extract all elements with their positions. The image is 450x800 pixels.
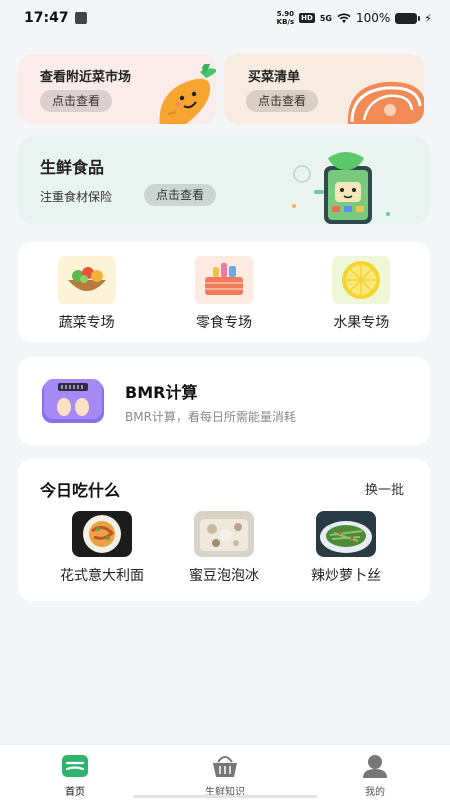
battery-icon	[395, 12, 421, 24]
network-speed-unit: KB/s	[276, 18, 295, 26]
bmr-card[interactable]: BMR计算 BMR计算，看每日所需能量消耗	[18, 357, 430, 445]
today-eat-card: 今日吃什么 换一批 花式意大利面 蜜豆泡泡冰 辣炒萝卜丝	[18, 459, 430, 601]
battery-percent: 100%	[355, 11, 391, 25]
carrot-illustration-icon	[159, 64, 216, 124]
dish-image-radish	[316, 511, 376, 557]
category-grid: 蔬菜专场 零食专场 水果专场	[18, 242, 430, 342]
nav-fresh-knowledge[interactable]: 生鲜知识	[165, 745, 285, 800]
basket-icon	[211, 753, 239, 779]
scale-icon	[42, 379, 104, 423]
charging-icon: ⚡	[424, 11, 432, 25]
sim-icon	[74, 12, 87, 24]
dish-item[interactable]: 蜜豆泡泡冰	[164, 511, 284, 585]
nav-home[interactable]: 首页	[15, 745, 135, 800]
lemon-slice-icon	[332, 256, 391, 304]
dish-item[interactable]: 辣炒萝卜丝	[286, 511, 406, 585]
fresh-food-title: 生鲜食品	[40, 158, 105, 177]
home-indicator	[133, 795, 317, 798]
nearby-market-title: 查看附近菜市场	[40, 70, 132, 85]
snack-basket-icon	[194, 256, 253, 304]
category-vegetable-label: 蔬菜专场	[58, 315, 115, 331]
home-icon	[61, 753, 89, 779]
fresh-food-card[interactable]: 生鲜食品 注重食材保险 点击查看	[18, 136, 430, 224]
dish-image-bean-ice	[194, 511, 254, 557]
user-icon	[361, 753, 389, 779]
network-speed: 5.90 KB/s	[277, 10, 294, 26]
category-fruit-label: 水果专场	[333, 315, 390, 331]
nearby-market-card[interactable]: 查看附近菜市场 点击查看	[18, 54, 216, 124]
bottom-nav: 首页 生鲜知识 我的	[0, 744, 450, 800]
phone-mascot-icon	[292, 152, 390, 224]
fresh-food-subtitle: 注重食材保险	[40, 190, 113, 204]
fresh-food-button[interactable]: 点击查看	[144, 184, 217, 206]
refresh-button[interactable]: 换一批	[365, 479, 404, 498]
category-fruit[interactable]: 水果专场	[306, 256, 416, 332]
signal-5g-icon: 5G	[319, 13, 332, 23]
status-bar: 17:47 5.90 KB/s HD 5G 100% ⚡	[0, 0, 450, 36]
dish-name: 蜜豆泡泡冰	[189, 568, 259, 584]
nearby-market-button[interactable]: 点击查看	[40, 90, 113, 112]
dish-name: 花式意大利面	[60, 568, 144, 584]
salmon-steak-icon	[347, 81, 424, 124]
nav-mine[interactable]: 我的	[315, 745, 435, 800]
bmr-title: BMR计算	[125, 383, 198, 402]
status-left: 17:47	[24, 10, 87, 26]
nav-mine-label: 我的	[365, 787, 385, 798]
today-eat-title: 今日吃什么	[40, 481, 121, 500]
dish-name: 辣炒萝卜丝	[311, 568, 381, 584]
category-vegetable[interactable]: 蔬菜专场	[32, 256, 142, 332]
status-right: 5.90 KB/s HD 5G 100% ⚡	[277, 10, 432, 26]
status-time: 17:47	[24, 10, 69, 26]
shopping-list-card[interactable]: 买菜清单 点击查看	[224, 54, 424, 124]
network-speed-value: 5.90	[276, 10, 295, 18]
dish-item[interactable]: 花式意大利面	[42, 511, 162, 585]
dish-image-pasta	[72, 511, 132, 557]
hd-badge: HD	[299, 13, 315, 23]
salad-bowl-icon	[57, 256, 116, 304]
shopping-list-title: 买菜清单	[248, 70, 301, 85]
nav-home-label: 首页	[65, 787, 85, 798]
bmr-subtitle: BMR计算，看每日所需能量消耗	[125, 410, 296, 424]
category-snack[interactable]: 零食专场	[169, 256, 279, 332]
category-snack-label: 零食专场	[195, 315, 252, 331]
shopping-list-button[interactable]: 点击查看	[246, 90, 319, 112]
wifi-icon	[337, 13, 351, 23]
